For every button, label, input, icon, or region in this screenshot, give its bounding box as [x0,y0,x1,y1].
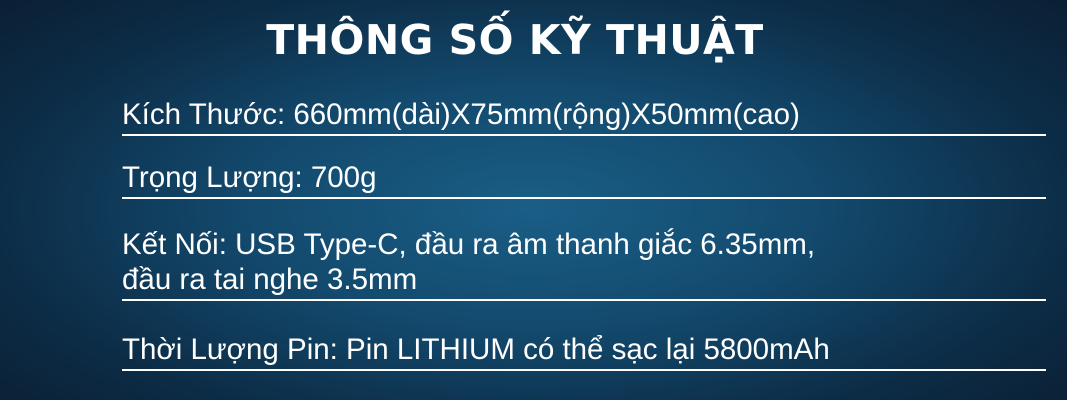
spec-text: Trọng Lượng: 700g [122,161,377,194]
spec-text: Kích Thước: 660mm(dài)X75mm(rộng)X50mm(c… [122,98,800,131]
spec-text-continued: đầu ra tai nghe 3.5mm [122,263,418,296]
page-title: THÔNG SỐ KỸ THUẬT [266,16,764,64]
spec-text: Kết Nối: USB Type-C, đầu ra âm thanh giắ… [122,228,816,261]
spec-connectivity: Kết Nối: USB Type-C, đầu ra âm thanh giắ… [122,227,1046,301]
spec-battery: Thời Lượng Pin: Pin LITHIUM có thể sạc l… [122,332,1046,371]
spec-dimensions: Kích Thước: 660mm(dài)X75mm(rộng)X50mm(c… [122,97,1046,136]
spec-weight: Trọng Lượng: 700g [122,160,1046,199]
spec-text: Thời Lượng Pin: Pin LITHIUM có thể sạc l… [122,333,830,366]
